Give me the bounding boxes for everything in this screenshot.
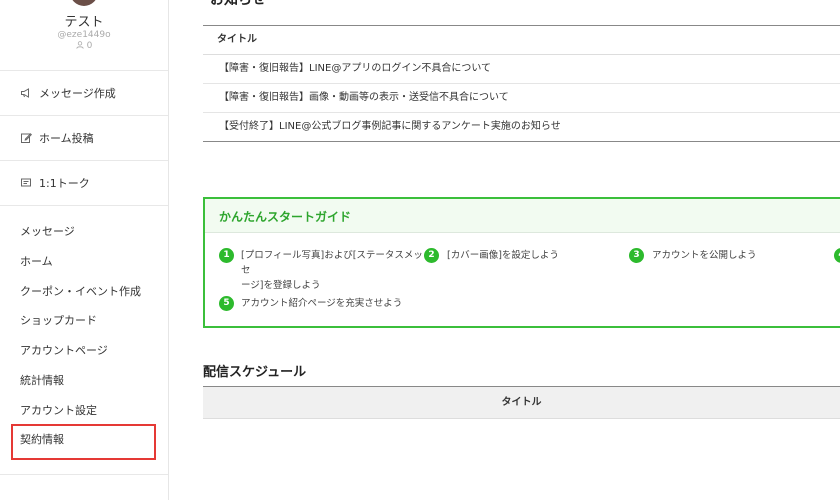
quick-action-label: メッセージ作成: [39, 87, 116, 100]
notices-title: お知らせ: [210, 0, 266, 8]
sidebar-item-coupon-event[interactable]: クーポン・イベント作成: [20, 283, 141, 301]
step-text-line: ージ]を登録しよう: [241, 280, 321, 291]
quick-action-compose-message[interactable]: メッセージ作成: [20, 83, 116, 103]
sidebar-item-account-page[interactable]: アカウントページ: [20, 342, 108, 360]
avatar[interactable]: [70, 0, 98, 6]
notice-row[interactable]: 【受付終了】LINE@公式ブログ事例記事に関するアンケート実施のお知らせ: [203, 113, 840, 142]
divider: [0, 115, 168, 116]
quick-action-home-post[interactable]: ホーム投稿: [20, 128, 94, 148]
sidebar-item-account-settings[interactable]: アカウント設定: [20, 402, 97, 420]
account-name: テスト: [64, 15, 104, 30]
main-content: お知らせ タイトル 【障害・復旧報告】LINE@アプリのログイン不具合について …: [168, 0, 840, 500]
step-text-line: [プロフィール写真]および[ステータスメッセ: [241, 250, 423, 276]
sidebar-item-messages[interactable]: メッセージ: [20, 223, 75, 241]
quick-action-label: ホーム投稿: [39, 132, 94, 145]
sidebar-item-home[interactable]: ホーム: [20, 253, 53, 271]
step-number-badge: 5: [219, 296, 234, 311]
schedule-column-header: タイトル: [203, 387, 840, 419]
person-icon: [76, 41, 84, 49]
guide-step-profile[interactable]: [プロフィール写真]および[ステータスメッセ ージ]を登録しよう: [241, 248, 431, 293]
divider: [0, 474, 168, 475]
notice-row[interactable]: 【障害・復旧報告】LINE@アプリのログイン不具合について: [203, 55, 840, 84]
guide-step-cover-image[interactable]: [カバー画像]を設定しよう: [447, 248, 559, 263]
megaphone-icon: [21, 88, 29, 98]
step-number-badge: 2: [424, 248, 439, 263]
guide-step-publish-account[interactable]: アカウントを公開しよう: [652, 248, 757, 263]
highlight-box: [11, 424, 156, 460]
chat-icon: [21, 178, 31, 187]
divider: [0, 160, 168, 161]
notices-column-header: タイトル: [203, 26, 840, 55]
step-number-badge[interactable]: 4: [834, 248, 840, 263]
start-guide-title: かんたんスタートガイド: [219, 210, 352, 224]
sidebar-item-shop-card[interactable]: ショップカード: [20, 312, 97, 330]
divider: [0, 70, 168, 71]
quick-action-one-to-one-talk[interactable]: 1:1トーク: [20, 173, 90, 193]
step-number-badge: 1: [219, 248, 234, 263]
sidebar-item-statistics[interactable]: 統計情報: [20, 372, 64, 390]
sidebar: テスト @eze1449o 0 メッセージ作成 ホーム投稿 1:1トーク メッセ…: [0, 0, 169, 500]
step-number-badge: 3: [629, 248, 644, 263]
friends-count: 0: [0, 41, 168, 51]
schedule-table: タイトル: [203, 386, 840, 419]
notice-row[interactable]: 【障害・復旧報告】画像・動画等の表示・送受信不具合について: [203, 84, 840, 113]
guide-step-account-intro[interactable]: アカウント紹介ページを充実させよう: [241, 296, 402, 311]
quick-action-label: 1:1トーク: [39, 177, 90, 190]
account-id: @eze1449o: [57, 30, 111, 40]
divider: [0, 205, 168, 206]
start-guide-panel: かんたんスタートガイド 1 [プロフィール写真]および[ステータスメッセ ージ]…: [203, 197, 840, 328]
friends-count-value: 0: [86, 41, 93, 51]
notices-table: タイトル 【障害・復旧報告】LINE@アプリのログイン不具合について 【障害・復…: [203, 25, 840, 142]
schedule-title: 配信スケジュール: [203, 365, 307, 380]
edit-icon: [21, 133, 32, 143]
